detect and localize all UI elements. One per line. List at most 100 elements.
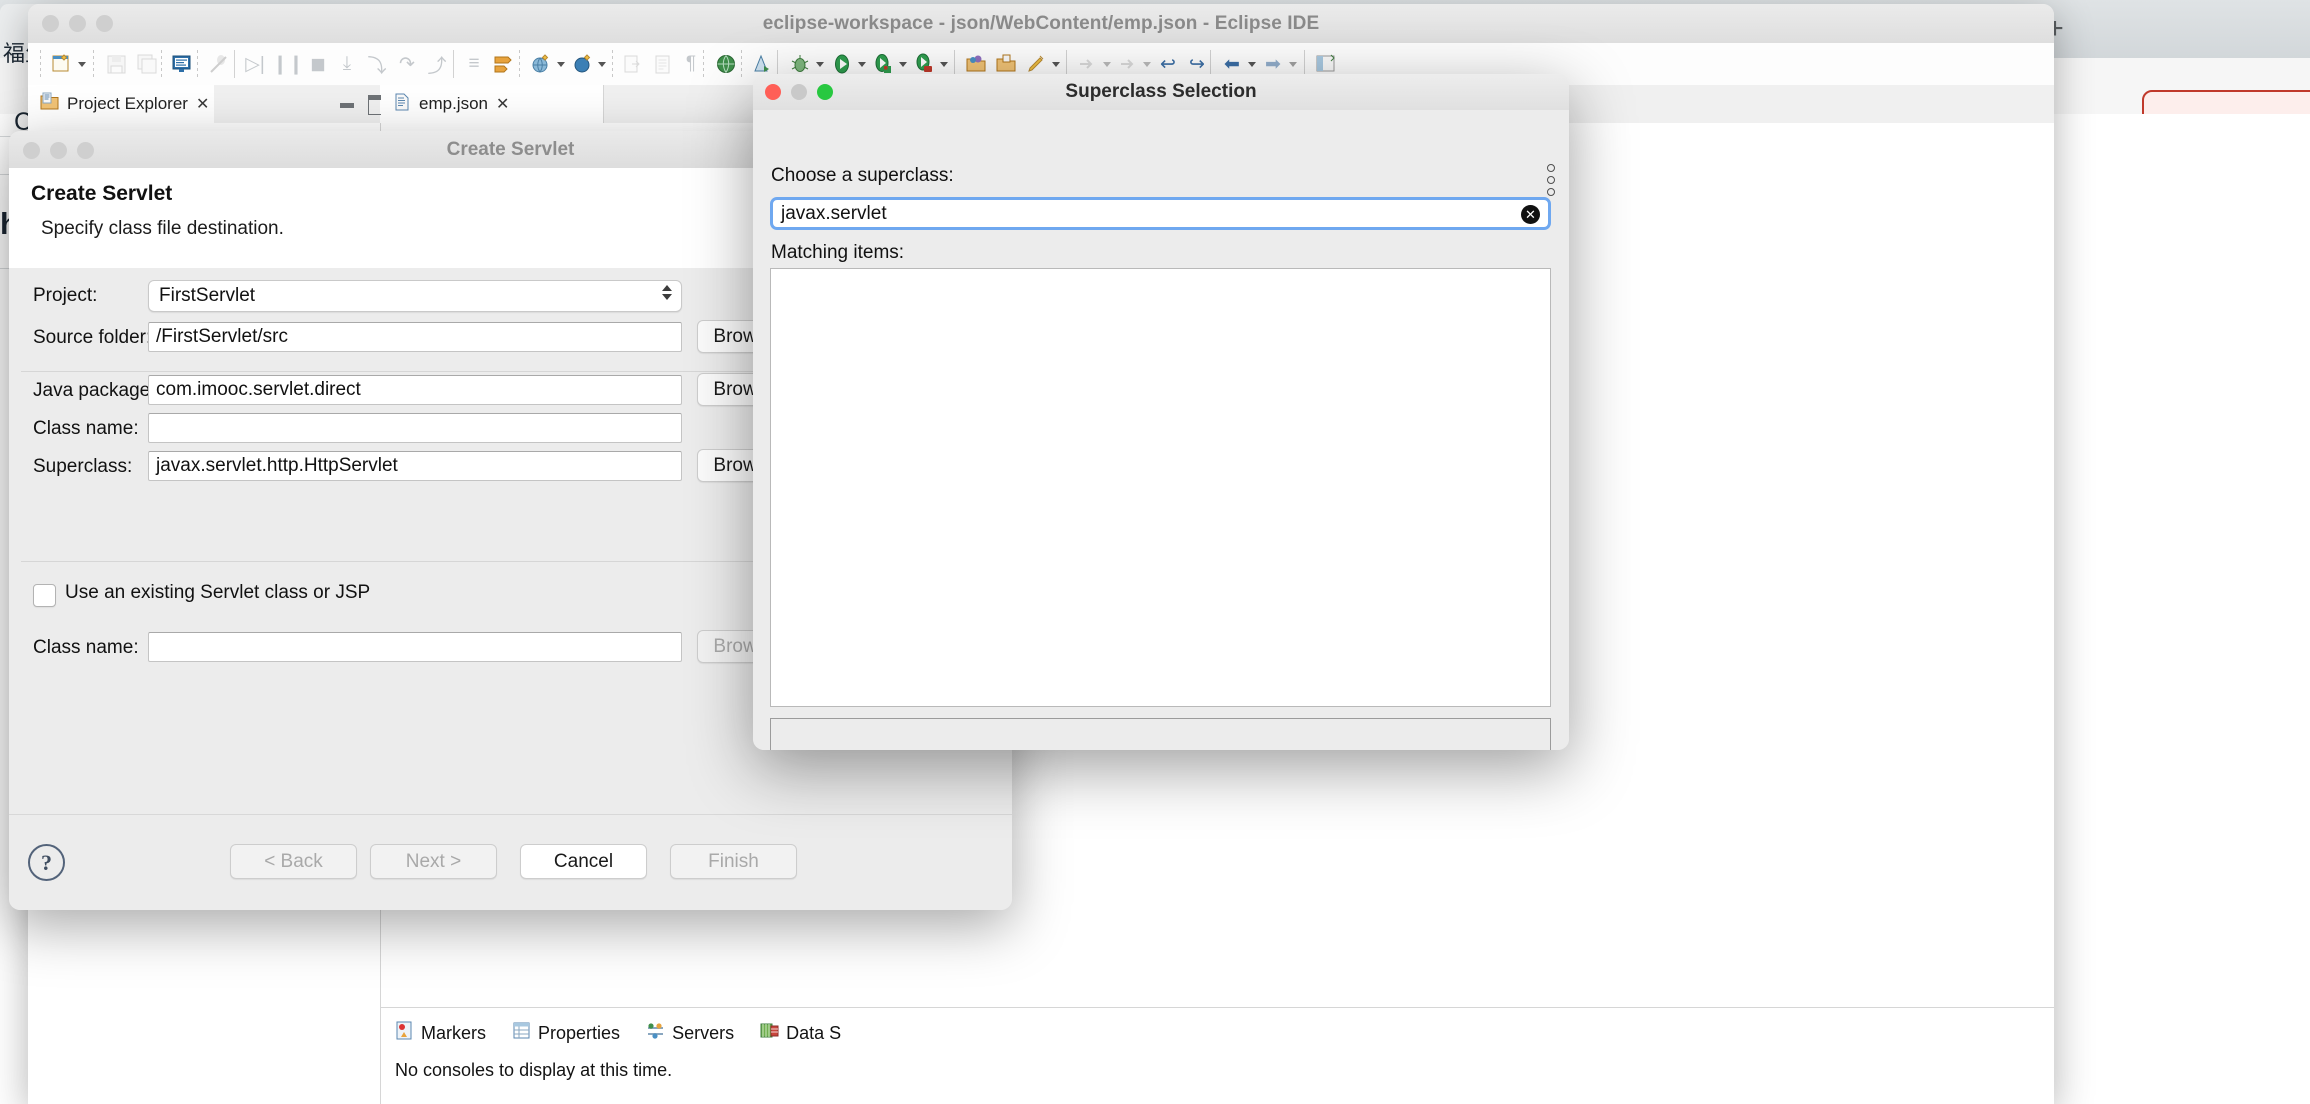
use-existing-servlet-label: Use an existing Servlet class or JSP	[65, 582, 371, 603]
field-label: Superclass:	[33, 456, 133, 477]
back-icon[interactable]: ↩	[1156, 52, 1180, 76]
project-value: FirstServlet	[159, 285, 256, 306]
servers-icon	[646, 1021, 665, 1045]
new-wizard-icon[interactable]	[50, 52, 74, 76]
forward-icon[interactable]: ↪	[1185, 52, 1209, 76]
last-edit-icon	[1075, 52, 1099, 76]
superclass-dialog-footer: ? Cancel OK	[753, 662, 1569, 750]
console-icon[interactable]	[170, 52, 194, 76]
new-web-project-icon[interactable]	[529, 52, 553, 76]
stop-server-caret-icon[interactable]	[940, 62, 948, 67]
json-file-icon	[393, 93, 411, 116]
tab-markers[interactable]: Markers	[395, 1021, 486, 1045]
project-select[interactable]: FirstServlet	[148, 280, 682, 312]
debug-icon[interactable]	[788, 52, 812, 76]
wizard-subheading: Specify class file destination.	[41, 218, 284, 239]
search-icon[interactable]	[1024, 52, 1048, 76]
prev-annotation-caret-icon	[1143, 62, 1151, 67]
field-label: Java package:	[33, 380, 156, 401]
close-icon[interactable]: ✕	[496, 94, 509, 114]
tab-label: Data S	[786, 1022, 842, 1043]
run-caret-icon[interactable]	[858, 62, 866, 67]
stop-server-icon[interactable]	[912, 52, 936, 76]
back-label: < Back	[264, 850, 323, 872]
step-into-icon: ⤓	[342, 53, 352, 74]
globe-icon[interactable]	[714, 52, 738, 76]
nav-back-caret-icon[interactable]	[1248, 62, 1256, 67]
deploy-icon[interactable]	[491, 52, 515, 76]
run-step-icon: ▷|	[245, 53, 265, 75]
run-server-caret-icon[interactable]	[899, 62, 907, 67]
eclipse-window-title: eclipse-workspace - json/WebContent/emp.…	[762, 12, 1320, 34]
tab-label: Servers	[672, 1022, 735, 1043]
prev-annotation-icon	[1116, 52, 1140, 76]
bottom-view-tabs[interactable]: Markers Properties Servers Data S	[381, 1008, 841, 1058]
finish-button: Finish	[670, 844, 797, 879]
java-package-value: com.imooc.servlet.direct	[156, 379, 361, 400]
superclass-search-input[interactable]: javax.servlet ✕	[770, 197, 1551, 230]
nav-forward-icon[interactable]: ➡	[1261, 52, 1285, 76]
cancel-button[interactable]: Cancel	[520, 844, 647, 879]
superclass-value: javax.servlet.http.HttpServlet	[156, 455, 398, 476]
validate-icon[interactable]	[750, 52, 774, 76]
finish-label: Finish	[708, 850, 759, 872]
save-icon	[104, 52, 128, 76]
nav-back-icon[interactable]: ⬅	[1220, 52, 1244, 76]
wizard-footer: ? < Back Next > Cancel Finish	[9, 814, 1012, 910]
search-caret-icon[interactable]	[1052, 62, 1060, 67]
field-label: Source folder:	[33, 327, 152, 348]
new-dynamic-project-icon[interactable]	[571, 52, 595, 76]
close-icon[interactable]: ✕	[196, 94, 209, 114]
view-toolbar-area	[214, 85, 386, 123]
paragraph-icon: ¶	[685, 53, 697, 74]
superclass-dialog-titlebar[interactable]: Superclass Selection	[753, 74, 1569, 111]
field-label: Project:	[33, 285, 98, 306]
superclass-input[interactable]: javax.servlet.http.HttpServlet	[148, 451, 682, 481]
console-message: No consoles to display at this time.	[395, 1060, 673, 1080]
debug-caret-icon[interactable]	[816, 62, 824, 67]
tab-emp-json[interactable]: emp.json ✕	[381, 85, 604, 123]
run-icon[interactable]	[830, 52, 854, 76]
use-existing-servlet-checkbox[interactable]	[33, 584, 56, 607]
clear-icon[interactable]: ✕	[1521, 205, 1540, 224]
matching-items-list[interactable]	[770, 268, 1551, 707]
nav-forward-caret-icon[interactable]	[1289, 62, 1297, 67]
choose-superclass-label: Choose a superclass:	[771, 165, 954, 186]
pause-icon: ❙❙	[272, 53, 304, 75]
open-task-icon[interactable]	[994, 52, 1018, 76]
tab-project-explorer[interactable]: Project Explorer ✕	[28, 85, 238, 123]
next-label: Next >	[405, 850, 462, 872]
project-explorer-tab-label: Project Explorer	[67, 94, 188, 113]
drop-to-frame-icon: ⤴	[427, 55, 447, 77]
no-debug-icon	[206, 52, 230, 76]
java-package-input[interactable]: com.imooc.servlet.direct	[148, 375, 682, 405]
superclass-search-value: javax.servlet	[781, 202, 887, 224]
tab-properties[interactable]: Properties	[512, 1021, 620, 1045]
tab-label: Markers	[421, 1022, 487, 1043]
tab-servers[interactable]: Servers	[646, 1021, 734, 1045]
run-server-icon[interactable]	[871, 52, 895, 76]
eclipse-titlebar[interactable]: eclipse-workspace - json/WebContent/emp.…	[28, 4, 2054, 44]
minimize-icon[interactable]	[340, 103, 354, 108]
data-source-icon	[760, 1021, 779, 1045]
save-all-icon	[135, 52, 159, 76]
superclass-dialog-title: Superclass Selection	[1065, 81, 1257, 102]
open-type-icon[interactable]	[964, 52, 988, 76]
tab-data-source[interactable]: Data S	[760, 1021, 841, 1045]
desktop-background: × + 福生 C h eclipse-workspace - json/WebC…	[0, 0, 2310, 1104]
back-button: < Back	[230, 844, 357, 879]
step-return-icon: ↷	[399, 53, 415, 75]
superclass-selection-dialog: Superclass Selection Choose a superclass…	[753, 74, 1569, 750]
new-wizard-caret-icon[interactable]	[78, 62, 86, 67]
new-web-project-caret-icon[interactable]	[557, 62, 565, 67]
class-name-input[interactable]	[148, 413, 682, 443]
open-perspective-icon[interactable]	[1314, 52, 1338, 76]
existing-class-name-input[interactable]	[148, 632, 682, 662]
export-icon	[620, 52, 644, 76]
chevron-updown-icon[interactable]	[662, 285, 672, 300]
more-options-icon[interactable]	[1547, 164, 1555, 196]
source-folder-input[interactable]: /FirstServlet/src	[148, 322, 682, 352]
superclass-dialog-body: Choose a superclass: javax.servlet ✕ Mat…	[753, 110, 1569, 750]
help-icon[interactable]: ?	[28, 844, 65, 881]
new-dynamic-project-caret-icon[interactable]	[598, 62, 606, 67]
